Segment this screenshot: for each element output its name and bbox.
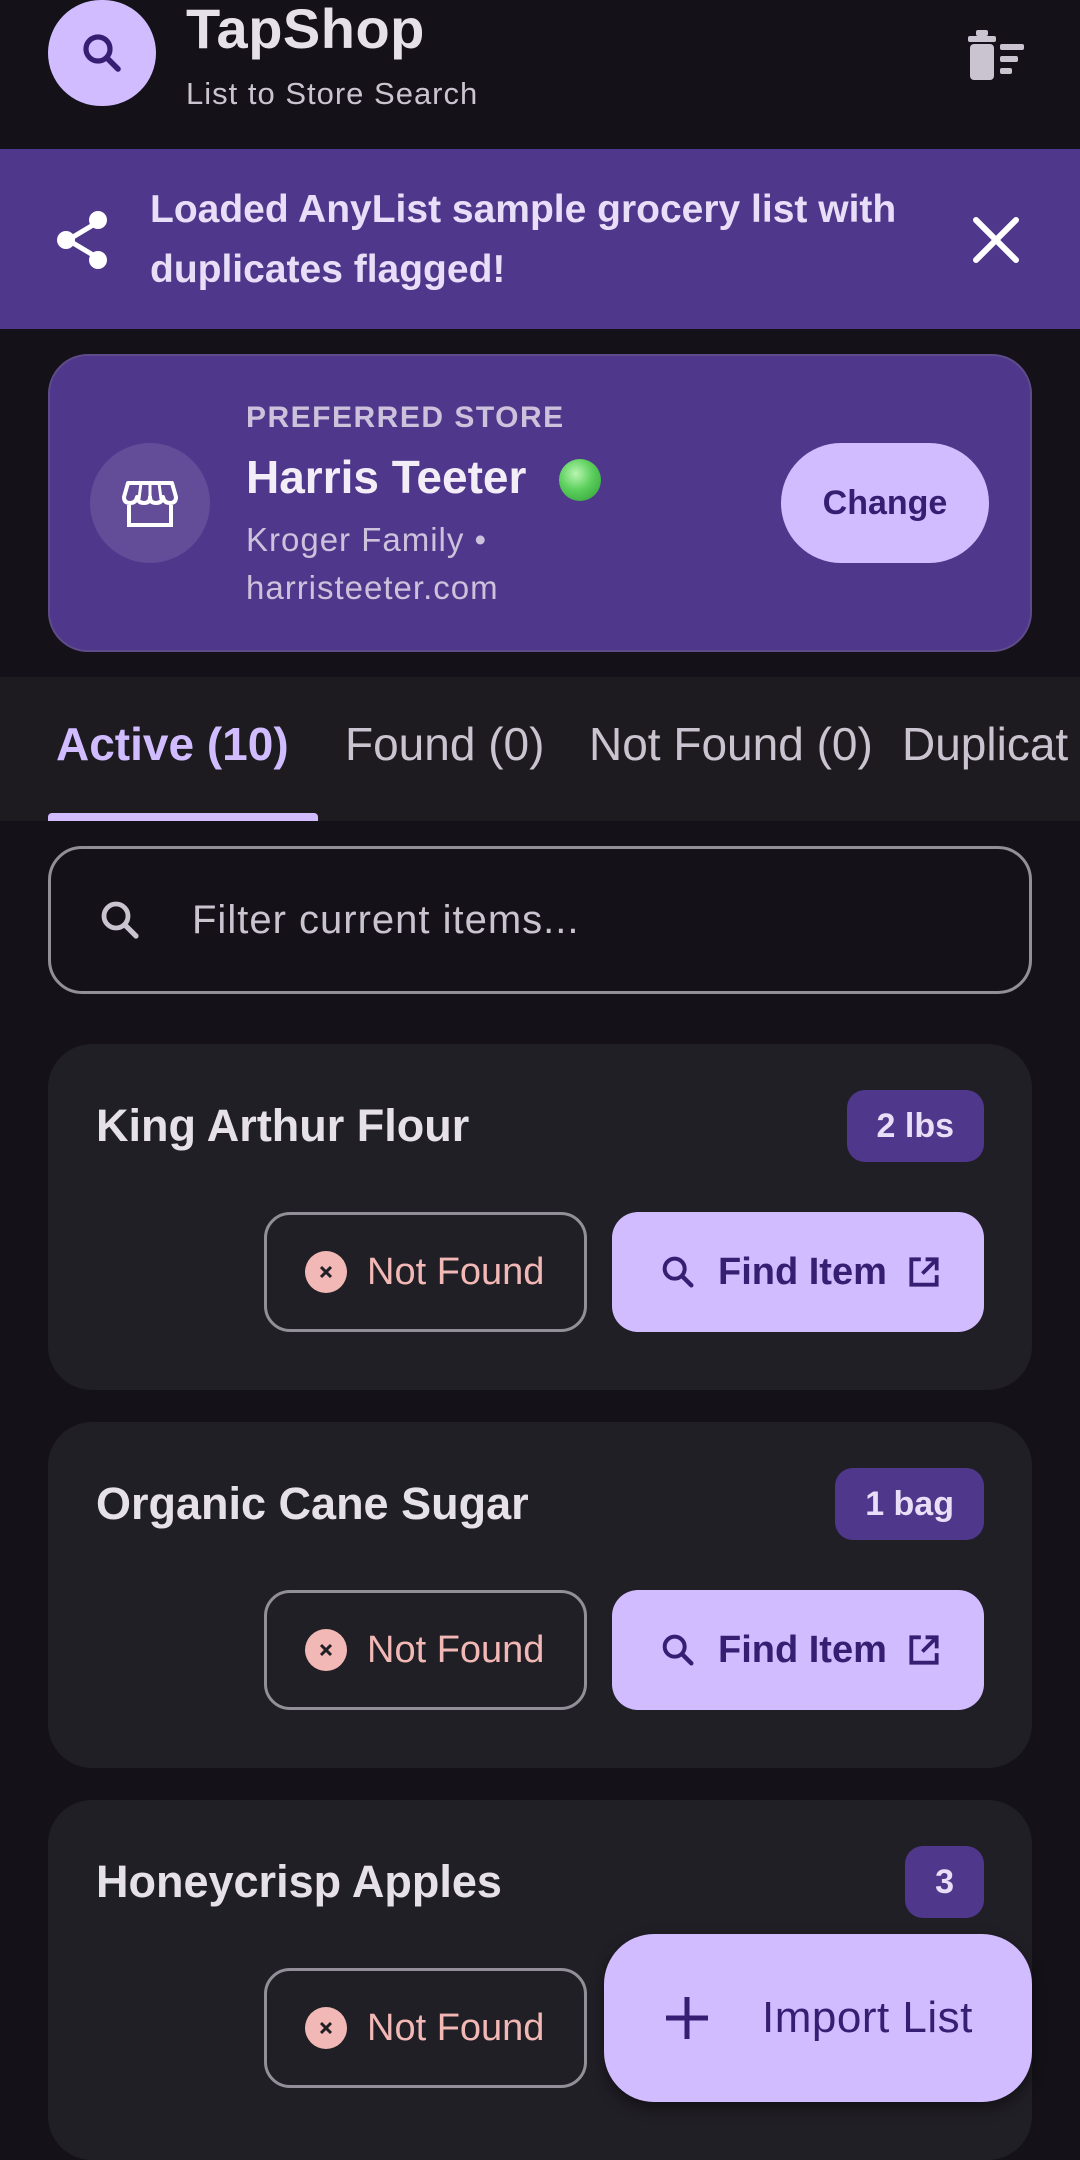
item-name: King Arthur Flour: [96, 1100, 470, 1151]
find-item-label: Find Item: [718, 1250, 887, 1293]
tab-active[interactable]: Active (10): [56, 717, 289, 771]
store-meta: Kroger Family • harristeeter.com: [246, 521, 499, 606]
status-tabs: Active (10) Found (0) Not Found (0) Dupl…: [0, 677, 1080, 821]
not-found-button[interactable]: Not Found: [264, 1968, 587, 2088]
quantity-badge: 2 lbs: [846, 1090, 984, 1162]
item-name: Organic Cane Sugar: [96, 1478, 529, 1529]
import-list-label: Import List: [762, 1993, 973, 2042]
storefront-icon: [122, 481, 178, 527]
cancel-icon: [305, 1251, 347, 1293]
add-icon: [666, 1997, 708, 2039]
status-label: Not Found: [367, 1628, 545, 1671]
search-icon: [662, 1634, 694, 1666]
quantity-badge: 3: [905, 1846, 984, 1918]
cancel-icon: [305, 2007, 347, 2049]
cancel-icon: [305, 1629, 347, 1671]
store-kicker: PREFERRED STORE: [246, 401, 565, 434]
filter-input[interactable]: [190, 880, 970, 960]
quantity-badge: 1 bag: [835, 1468, 984, 1540]
list-item: Organic Cane Sugar 1 bag Not Found Find …: [48, 1422, 1032, 1768]
open-in-new-icon: [909, 1257, 939, 1287]
snackbar-message: Loaded AnyList sample grocery list with …: [150, 188, 897, 291]
tab-indicator: [48, 813, 318, 821]
app-subtitle: List to Store Search: [186, 76, 479, 111]
tab-duplicates[interactable]: Duplicat: [902, 717, 1068, 771]
change-store-button[interactable]: Change: [781, 443, 989, 563]
store-name: Harris Teeter: [246, 451, 527, 503]
tab-found[interactable]: Found (0): [345, 717, 544, 771]
search-button[interactable]: [48, 0, 156, 106]
find-item-button[interactable]: Find Item: [612, 1590, 984, 1710]
store-avatar: [90, 443, 210, 563]
search-icon: [101, 901, 139, 939]
store-status-indicator: [559, 459, 601, 501]
open-in-new-icon: [909, 1635, 939, 1665]
status-label: Not Found: [367, 2006, 545, 2049]
delete-sweep-icon[interactable]: [960, 22, 1030, 88]
app-title: TapShop: [186, 0, 425, 60]
share-icon: [57, 211, 107, 269]
app-header: TapShop List to Store Search: [0, 0, 1080, 149]
list-item: King Arthur Flour 2 lbs Not Found Find I…: [48, 1044, 1032, 1390]
not-found-button[interactable]: Not Found: [264, 1590, 587, 1710]
search-icon: [662, 1256, 694, 1288]
find-item-label: Find Item: [718, 1628, 887, 1671]
item-name: Honeycrisp Apples: [96, 1856, 502, 1907]
status-label: Not Found: [367, 1250, 545, 1293]
tab-not-found[interactable]: Not Found (0): [589, 717, 873, 771]
search-icon: [83, 34, 121, 72]
find-item-button[interactable]: Find Item: [612, 1212, 984, 1332]
close-icon[interactable]: [968, 212, 1024, 268]
not-found-button[interactable]: Not Found: [264, 1212, 587, 1332]
import-list-button[interactable]: Import List: [604, 1934, 1032, 2102]
